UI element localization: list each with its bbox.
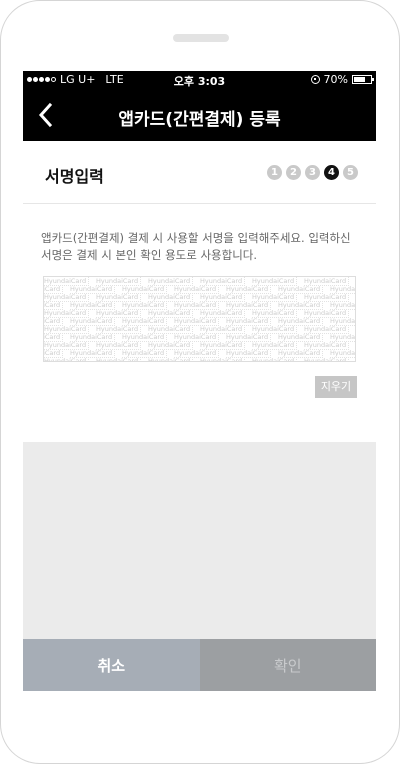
watermark-text: HyundaiCard xyxy=(148,357,194,361)
instruction-text: 앱카드(간편결제) 결제 시 사용할 서명을 입력해주세요. 입력하신 서명은 … xyxy=(41,231,351,262)
signature-section: 서명입력 1 2 3 4 5 앱카드(간편결제) 결제 시 사용할 서명을 입력… xyxy=(23,141,376,442)
page-title: 앱카드(간편결제) 등록 xyxy=(118,110,281,130)
phone-frame: LG U+ LTE 오후 3:03 70% 앱카드(간편결제) 등록 서명입력 xyxy=(0,0,400,764)
footer-buttons: 취소 확인 xyxy=(23,639,376,691)
watermark-text: HyundaiCard xyxy=(304,357,350,361)
step-2: 2 xyxy=(286,165,301,180)
step-header: 서명입력 1 2 3 4 5 xyxy=(23,141,376,204)
cancel-button[interactable]: 취소 xyxy=(23,639,200,691)
step-1: 1 xyxy=(267,165,282,180)
watermark-text: HyundaiCard xyxy=(252,357,298,361)
rotation-lock-icon xyxy=(310,75,320,84)
watermark-text: HyundaiCard xyxy=(200,357,246,361)
title-bar: 앱카드(간편결제) 등록 xyxy=(23,89,376,141)
step-title: 서명입력 xyxy=(45,167,104,186)
step-indicator: 1 2 3 4 5 xyxy=(267,165,358,180)
signature-pad[interactable]: HyundaiCard HyundaiCard HyundaiCard Hyundai… xyxy=(43,276,356,362)
confirm-button[interactable]: 확인 xyxy=(199,639,376,691)
battery-icon xyxy=(352,75,374,84)
speaker-grill xyxy=(173,34,229,42)
status-right: 70% xyxy=(310,73,374,86)
step-3: 3 xyxy=(305,165,320,180)
step-4-current: 4 xyxy=(324,165,339,180)
step-5: 5 xyxy=(343,165,358,180)
app-screen: LG U+ LTE 오후 3:03 70% 앱카드(간편결제) 등록 서명입력 xyxy=(23,71,376,691)
clear-button[interactable]: 지우기 xyxy=(315,376,357,398)
watermark-text: HyundaiCard xyxy=(44,357,90,361)
status-bar: LG U+ LTE 오후 3:03 70% xyxy=(23,71,376,89)
battery-percent: 70% xyxy=(323,73,348,86)
watermark-text: HyundaiCard xyxy=(96,357,142,361)
watermark-pattern: HyundaiCard HyundaiCard HyundaiCard Hyundai… xyxy=(44,277,355,361)
